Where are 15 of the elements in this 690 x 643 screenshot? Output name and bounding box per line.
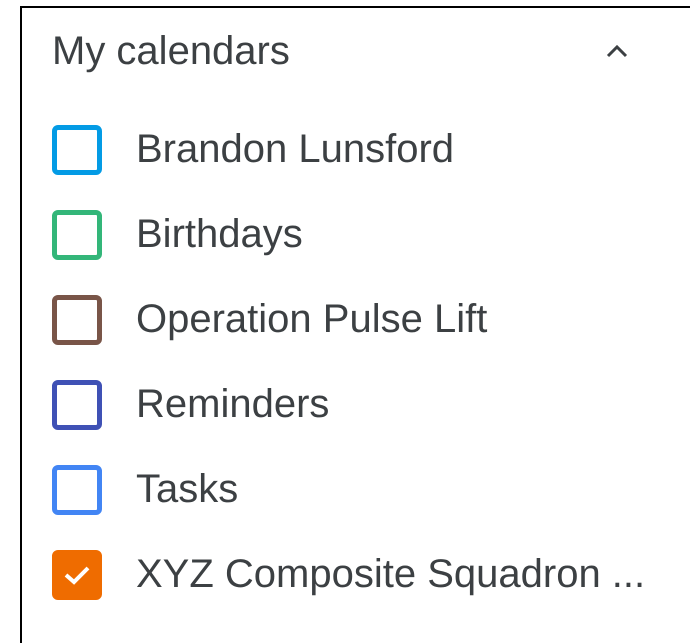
calendar-checkbox[interactable] — [52, 380, 102, 430]
calendar-checkbox[interactable] — [52, 464, 102, 514]
calendar-checkbox[interactable] — [52, 124, 102, 174]
calendar-name: XYZ Composite Squadron ... — [136, 552, 646, 597]
calendar-name: Brandon Lunsford — [136, 127, 454, 172]
calendar-checkbox[interactable] — [52, 210, 102, 260]
calendar-name: Tasks — [136, 467, 238, 512]
chevron-up-icon — [606, 44, 628, 58]
calendar-name: Reminders — [136, 382, 330, 427]
calendar-checkbox[interactable] — [52, 550, 102, 600]
calendar-checkbox[interactable] — [52, 294, 102, 344]
calendar-name: Operation Pulse Lift — [136, 297, 488, 342]
calendar-name: Birthdays — [136, 212, 303, 257]
checkmark-icon — [63, 564, 91, 586]
section-title: My calendars — [52, 28, 290, 74]
